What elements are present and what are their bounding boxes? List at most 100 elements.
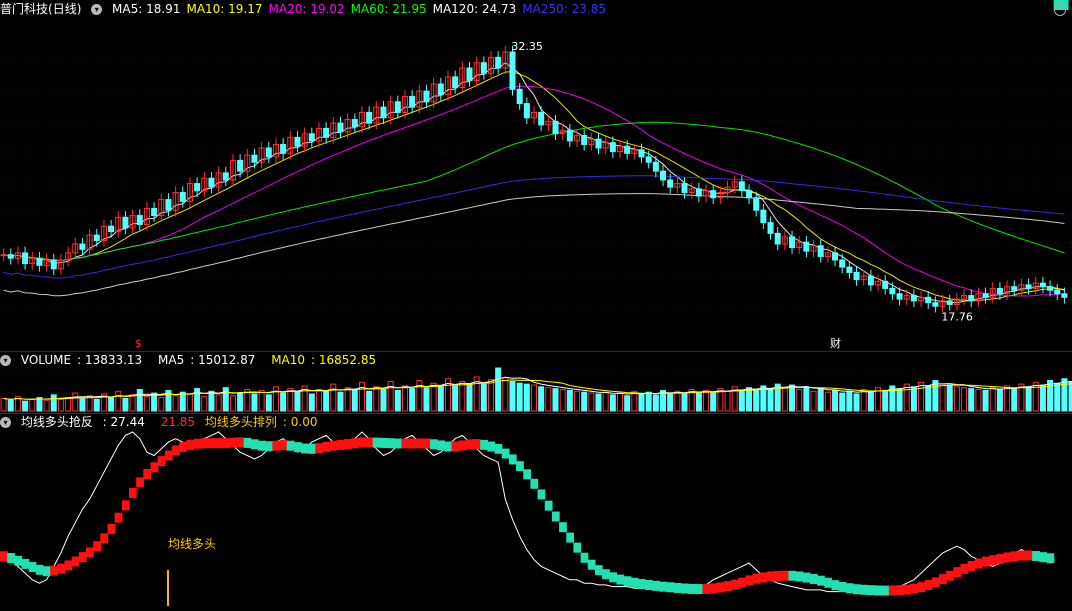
indicator-ribbon	[602, 569, 610, 580]
indicator-ribbon	[888, 585, 897, 596]
volume-bar	[1039, 384, 1046, 412]
candle-body	[36, 257, 43, 266]
volume-bar	[122, 397, 129, 412]
candle-body	[681, 183, 688, 193]
volume-bar	[115, 390, 122, 412]
volume-bar	[1047, 380, 1054, 412]
indicator-ribbon	[1039, 552, 1048, 563]
indicator-ribbon	[630, 577, 639, 588]
volume-bar	[530, 384, 538, 412]
volume-bar	[401, 385, 408, 412]
candle-body	[581, 135, 588, 145]
volume-bar	[394, 389, 401, 412]
price-plot	[0, 45, 1068, 313]
indicator-ribbon	[129, 488, 137, 499]
indicator-ribbon	[917, 582, 926, 593]
indicator-ribbon	[121, 500, 130, 511]
low-price-label: 17.76	[941, 310, 973, 323]
candle-body	[817, 245, 824, 257]
candle-body	[767, 222, 774, 234]
candle-body	[495, 56, 502, 69]
indicator-ribbon	[895, 585, 904, 596]
volume-bar	[581, 391, 588, 412]
volume-bar	[588, 392, 595, 412]
indicator-ribbon	[881, 585, 890, 596]
volume-bar	[7, 399, 14, 412]
indicator-ribbon	[910, 583, 919, 594]
ma-line-ma250	[3, 175, 1065, 279]
candle-body	[645, 156, 652, 163]
indicator-ribbon	[93, 541, 101, 552]
indicator-ribbon	[322, 441, 331, 452]
candle-body	[208, 177, 215, 188]
volume-bar	[796, 389, 803, 412]
volume-bar	[982, 389, 989, 412]
volume-bar	[265, 394, 272, 412]
candle-body	[552, 120, 559, 135]
indicator-ribbon	[207, 438, 216, 449]
window-corner-icon[interactable]	[1054, 4, 1066, 16]
candle-body	[136, 215, 143, 225]
volume-bar	[918, 381, 925, 412]
indicator-ribbon	[43, 566, 51, 577]
indicator-settings-icon[interactable]: ▾	[0, 417, 11, 428]
volume-bar	[480, 383, 487, 412]
volume-bar	[566, 389, 573, 412]
candle-body	[308, 133, 315, 142]
volume-bar	[495, 367, 502, 412]
indicator-ribbon	[652, 580, 661, 591]
candle-body	[1047, 286, 1054, 291]
volume-bar	[1032, 381, 1039, 412]
candle-body	[516, 88, 523, 105]
volume-bar	[57, 398, 64, 412]
ma-legend: MA5: 18.91 MA10: 19.17 MA20: 19.02 MA60: 21…	[112, 2, 612, 16]
candle-body	[165, 199, 172, 211]
volume-bar	[315, 389, 322, 412]
indicator-ribbon	[609, 572, 618, 583]
candle-body	[222, 172, 229, 181]
indicator-ribbon	[215, 438, 223, 449]
volume-bar	[222, 387, 229, 412]
volume-settings-icon[interactable]: ▾	[0, 355, 11, 366]
indicator-ribbon	[250, 439, 259, 450]
candle-body	[832, 252, 839, 261]
volume-bar	[158, 397, 165, 412]
indicator-ribbon	[229, 437, 238, 448]
volume-bar	[724, 390, 731, 412]
candle-body	[409, 95, 416, 108]
candle-body	[265, 147, 272, 158]
indicator-ma-label: 均线多头排列: 0.00	[204, 415, 318, 429]
candle-body	[803, 241, 810, 252]
volume-bar	[151, 392, 158, 412]
candle-body	[652, 161, 659, 172]
candle-body	[294, 136, 301, 147]
volume-bar	[667, 392, 674, 412]
indicator-ribbon	[752, 573, 761, 584]
candle-body	[466, 67, 473, 81]
indicator-ribbon	[831, 580, 840, 591]
indicator-ribbon	[64, 560, 73, 571]
volume-bar	[108, 397, 115, 412]
volume-bar	[516, 382, 523, 412]
volume-bar	[975, 389, 982, 412]
indicator-ribbon	[308, 443, 316, 454]
settings-icon[interactable]: ▾	[91, 4, 103, 15]
candle-body	[882, 280, 889, 289]
volume-bar	[366, 390, 373, 412]
indicator-ribbon	[379, 437, 388, 448]
indicator-ribbon	[716, 582, 725, 593]
candle-body	[982, 293, 989, 298]
candle-body	[509, 51, 516, 90]
candle-body	[280, 143, 287, 154]
volume-bar	[996, 389, 1003, 412]
indicator-ribbon	[78, 552, 87, 563]
candle-body	[753, 197, 760, 211]
volume-bar	[22, 400, 29, 412]
indicator-ribbon	[723, 581, 732, 592]
indicator-ribbon	[573, 542, 582, 553]
volume-bar	[789, 384, 796, 412]
ma-line-ma60	[3, 121, 1065, 261]
candle-body	[867, 275, 874, 286]
indicator-ribbon	[516, 461, 524, 472]
indicator-ribbon	[673, 582, 682, 593]
